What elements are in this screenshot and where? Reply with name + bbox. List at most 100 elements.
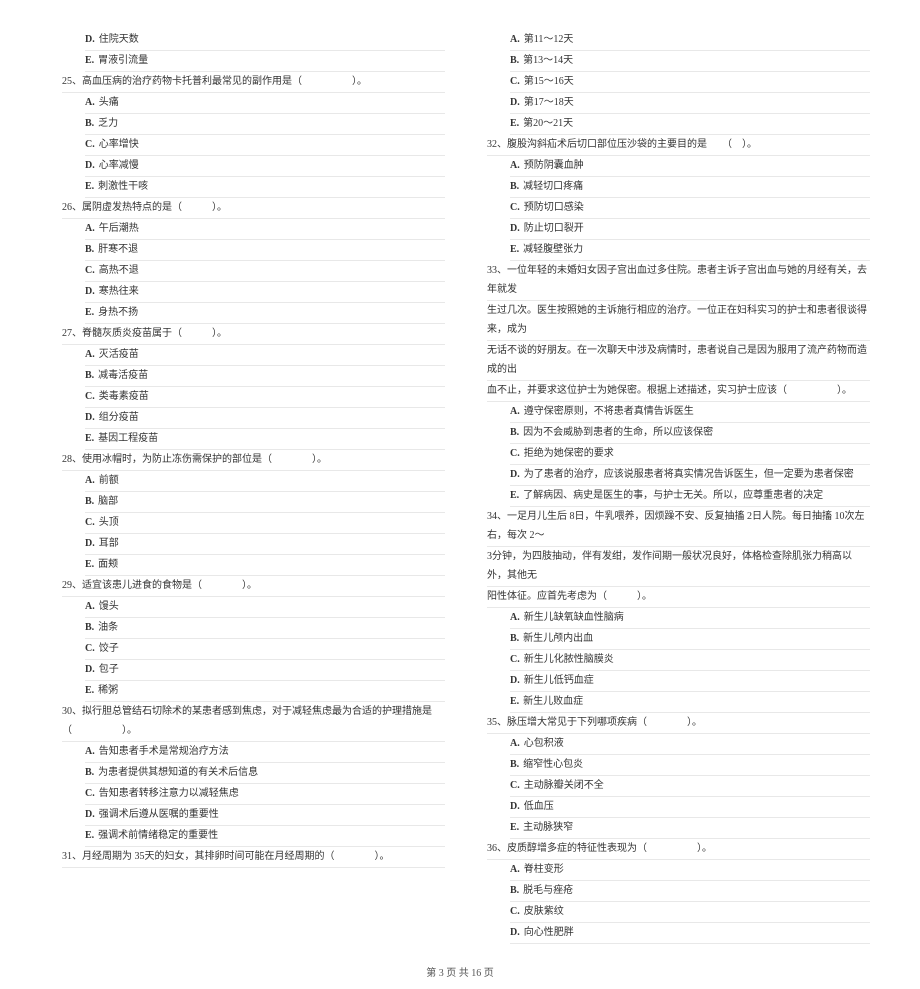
option-letter: D. <box>510 97 520 108</box>
left-column: D.住院天数E.胃液引流量25、高血压病的治疗药物卡托普利最常见的副作用是（ ）… <box>50 30 445 944</box>
option-letter: B. <box>510 885 519 896</box>
answer-option: D.向心性肥胖 <box>510 923 870 944</box>
question-line: 32、腹股沟斜疝术后切口部位压沙袋的主要目的是 （ ）。 <box>487 135 870 156</box>
answer-option: B. 为患者提供其想知道的有关术后信息 <box>85 763 445 784</box>
option-text: 第17～18天 <box>524 97 574 108</box>
option-text: 馒头 <box>99 601 119 612</box>
answer-option: D.耳部 <box>85 534 445 555</box>
question-line: 33、一位年轻的未婚妇女因子宫出血过多住院。患者主诉子宫出血与她的月经有关，去年… <box>487 261 870 301</box>
question-number: 25、 <box>62 76 82 87</box>
answer-option: D. 第17～18天 <box>510 93 870 114</box>
option-letter: E. <box>85 307 94 318</box>
answer-option: D.强调术后遵从医嘱的重要性 <box>85 805 445 826</box>
question-text: 一位年轻的未婚妇女因子宫出血过多住院。患者主诉子宫出血与她的月经有关，去年就发 <box>487 265 867 295</box>
option-letter: C. <box>85 788 95 799</box>
option-text: 脱毛与痤疮 <box>523 885 573 896</box>
option-text: 新生儿化脓性脑膜炎 <box>524 654 614 665</box>
answer-option: A.预防阴囊血肿 <box>510 156 870 177</box>
option-letter: E. <box>510 244 519 255</box>
question-line: 28、使用冰帽时，为防止冻伤需保护的部位是（ ）。 <box>62 450 445 471</box>
page-columns: D.住院天数E.胃液引流量25、高血压病的治疗药物卡托普利最常见的副作用是（ ）… <box>50 30 870 944</box>
option-text: 肝寒不退 <box>98 244 138 255</box>
question-number: 31、 <box>62 851 82 862</box>
option-letter: C. <box>85 517 95 528</box>
option-letter: B. <box>85 767 94 778</box>
answer-option: D.寒热往来 <box>85 282 445 303</box>
question-continuation: 3分钟，为四肢抽动，伴有发绀，发作间期一般状况良好，体格检查除肌张力稍高以外，其… <box>487 547 870 587</box>
answer-option: D.住院天数 <box>85 30 445 51</box>
answer-option: C. 新生儿化脓性脑膜炎 <box>510 650 870 671</box>
option-letter: B. <box>510 427 519 438</box>
question-line: 26、属阴虚发热特点的是（ ）。 <box>62 198 445 219</box>
question-text: 拟行胆总管结石切除术的某患者感到焦虑，对于减轻焦虑最为合适的护理措施是（ ）。 <box>62 706 432 736</box>
option-text: 饺子 <box>99 643 119 654</box>
question-text: 高血压病的治疗药物卡托普利最常见的副作用是（ ）。 <box>82 76 367 87</box>
option-letter: A. <box>85 97 95 108</box>
option-text: 拒绝为她保密的要求 <box>524 448 614 459</box>
question-line: 27、脊髓灰质炎疫苗属于（ ）。 <box>62 324 445 345</box>
option-letter: C. <box>510 448 520 459</box>
question-number: 26、 <box>62 202 82 213</box>
option-text: 为患者提供其想知道的有关术后信息 <box>98 767 258 778</box>
option-text: 向心性肥胖 <box>524 927 574 938</box>
question-line: 25、高血压病的治疗药物卡托普利最常见的副作用是（ ）。 <box>62 72 445 93</box>
answer-option: D.心率减慢 <box>85 156 445 177</box>
page-footer: 第 3 页 共 16 页 <box>50 964 870 979</box>
option-letter: D. <box>85 160 95 171</box>
answer-option: C.主动脉瓣关闭不全 <box>510 776 870 797</box>
option-letter: E. <box>85 55 94 66</box>
option-text: 头痛 <box>99 97 119 108</box>
option-text: 皮肤紫纹 <box>524 906 564 917</box>
option-letter: B. <box>85 622 94 633</box>
answer-option: E.基因工程疫苗 <box>85 429 445 450</box>
answer-option: E.胃液引流量 <box>85 51 445 72</box>
answer-option: A.第11～12天 <box>510 30 870 51</box>
option-letter: C. <box>510 76 520 87</box>
question-line: 35、脉压增大常见于下列哪项疾病（ ）。 <box>487 713 870 734</box>
answer-option: A.馒头 <box>85 597 445 618</box>
option-text: 灭活疫苗 <box>99 349 139 360</box>
answer-option: A.新生儿缺氧缺血性脑病 <box>510 608 870 629</box>
option-letter: A. <box>510 612 520 623</box>
option-letter: B. <box>510 55 519 66</box>
option-letter: B. <box>85 244 94 255</box>
option-letter: E. <box>85 181 94 192</box>
answer-option: D.组分疫苗 <box>85 408 445 429</box>
option-text: 告知患者转移注意力以减轻焦虑 <box>99 788 239 799</box>
option-letter: B. <box>85 496 94 507</box>
option-text: 主动脉狭窄 <box>523 822 573 833</box>
option-letter: A. <box>510 738 520 749</box>
question-continuation: 血不止，并要求这位护士为她保密。根据上述描述，实习护士应该（ ）。 <box>487 381 870 402</box>
question-line: 34、一足月儿生后 8日，牛乳喂养，因烦躁不安、反复抽搐 2日人院。每日抽搐 1… <box>487 507 870 547</box>
option-text: 强调术后遵从医嘱的重要性 <box>99 809 219 820</box>
option-text: 前额 <box>99 475 119 486</box>
option-text: 新生儿颅内出血 <box>523 633 593 644</box>
question-continuation: 阳性体征。应首先考虑为（ ）。 <box>487 587 870 608</box>
question-number: 28、 <box>62 454 82 465</box>
option-letter: E. <box>510 822 519 833</box>
answer-option: C.第15～16天 <box>510 72 870 93</box>
option-letter: B. <box>85 370 94 381</box>
question-line: 36、皮质醇增多症的特征性表现为（ ）。 <box>487 839 870 860</box>
answer-option: E.稀粥 <box>85 681 445 702</box>
answer-option: B.缩窄性心包炎 <box>510 755 870 776</box>
answer-option: C.心率增快 <box>85 135 445 156</box>
answer-option: A.遵守保密原则，不将患者真情告诉医生 <box>510 402 870 423</box>
option-text: 包子 <box>99 664 119 675</box>
answer-option: D.包子 <box>85 660 445 681</box>
option-text: 了解病因、病史是医生的事，与护士无关。所以，应尊重患者的决定 <box>523 490 823 501</box>
question-number: 29、 <box>62 580 82 591</box>
option-letter: E. <box>510 118 519 129</box>
answer-option: A.告知患者手术是常规治疗方法 <box>85 742 445 763</box>
question-number: 36、 <box>487 843 507 854</box>
option-letter: D. <box>510 675 520 686</box>
option-text: 高热不退 <box>99 265 139 276</box>
option-letter: D. <box>85 286 95 297</box>
option-text: 类毒素疫苗 <box>99 391 149 402</box>
option-letter: A. <box>85 475 95 486</box>
option-text: 第13～14天 <box>523 55 573 66</box>
option-letter: C. <box>510 654 520 665</box>
option-letter: C. <box>85 139 95 150</box>
option-text: 脊柱变形 <box>524 864 564 875</box>
answer-option: E.第20～21天 <box>510 114 870 135</box>
